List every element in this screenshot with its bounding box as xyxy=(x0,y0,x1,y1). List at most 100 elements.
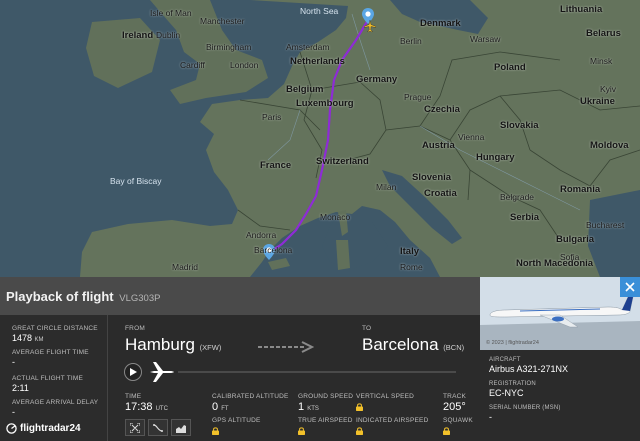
ground-speed-value: 1 KTS xyxy=(298,401,319,413)
map-label-sofia: Sofia xyxy=(560,252,580,262)
map-label-rome: Rome xyxy=(400,262,423,272)
time-unit: UTC xyxy=(155,406,168,412)
aircraft-photo[interactable]: © 2023 | flightradar24 xyxy=(480,277,640,350)
calibrated-altitude-label: CALIBRATED ALTITUDE xyxy=(212,393,289,400)
serial-number-label: SERIAL NUMBER (MSN) xyxy=(489,405,561,411)
destination-city: Barcelona (BCN) xyxy=(362,335,464,355)
map-label-warsaw: Warsaw xyxy=(470,34,501,44)
map-label-czechia: Czechia xyxy=(424,104,460,115)
close-icon xyxy=(625,282,635,292)
map-label-italy: Italy xyxy=(400,246,420,257)
expand-icon xyxy=(130,422,140,433)
map-label-london: London xyxy=(230,60,259,70)
calibrated-altitude-value: 0 FT xyxy=(212,401,229,413)
map-label-ukraine: Ukraine xyxy=(580,96,615,107)
map-label-monaco: Monaco xyxy=(320,212,351,222)
map-label-denmark: Denmark xyxy=(420,18,461,29)
great-circle-number: 1478 xyxy=(12,333,33,343)
route-view-button[interactable] xyxy=(148,419,168,436)
avg-arrival-delay-value: - xyxy=(12,407,15,417)
serial-number-value: - xyxy=(489,412,492,422)
map-label-belgium: Belgium xyxy=(286,84,324,95)
from-label: FROM xyxy=(125,325,145,332)
map-label-bay-of-biscay: Bay of Biscay xyxy=(110,176,162,186)
playback-plane-icon[interactable] xyxy=(150,361,174,383)
aircraft-info: © 2023 | flightradar24 AIRCRAFT Airbus A… xyxy=(480,277,640,441)
great-circle-value: 1478 KM xyxy=(12,333,44,343)
squawk-label: SQUAWK xyxy=(443,417,473,424)
panel-header: Playback of flight VLG303P xyxy=(0,277,480,315)
ground-speed-number: 1 xyxy=(298,401,305,413)
flight-map[interactable]: Isle of Man Manchester Ireland Dublin Bi… xyxy=(0,0,640,277)
map-label-moldova: Moldova xyxy=(590,140,629,151)
map-label-bucharest: Bucharest xyxy=(586,220,625,230)
map-label-milan: Milan xyxy=(376,182,397,192)
graph-icon xyxy=(176,424,186,433)
true-airspeed-label: TRUE AIRSPEED xyxy=(298,417,353,424)
map-label-slovenia: Slovenia xyxy=(412,172,452,183)
map-label-poland: Poland xyxy=(494,62,526,73)
map-label-romania: Romania xyxy=(560,184,601,195)
map-label-cardiff: Cardiff xyxy=(180,60,205,70)
map-label-andorra: Andorra xyxy=(246,230,277,240)
map-label-belgrade: Belgrade xyxy=(500,192,535,202)
map-label-austria: Austria xyxy=(422,140,455,151)
avg-flight-time-label: AVERAGE FLIGHT TIME xyxy=(12,349,89,356)
great-circle-label: GREAT CIRCLE DISTANCE xyxy=(12,325,98,332)
map-label-birmingham: Birmingham xyxy=(206,42,252,52)
squawk-lock-icon[interactable] xyxy=(443,427,450,435)
map-label-bulgaria: Bulgaria xyxy=(556,234,595,245)
map-label-croatia: Croatia xyxy=(424,188,457,199)
map-label-prague: Prague xyxy=(404,92,432,102)
time-label: TIME xyxy=(125,393,142,400)
calibrated-altitude-number: 0 xyxy=(212,401,219,413)
flight-playback-panel: Playback of flight VLG303P GREAT CIRCLE … xyxy=(0,277,640,441)
time-value: 17:38 UTC xyxy=(125,401,168,413)
route-icon xyxy=(153,423,163,432)
map-label-belarus: Belarus xyxy=(586,28,621,39)
photo-credit: © 2023 | flightradar24 xyxy=(486,340,539,346)
map-label-hungary: Hungary xyxy=(476,152,515,163)
radar-logo-icon xyxy=(6,423,17,434)
map-label-paris: Paris xyxy=(262,112,282,122)
avg-arrival-delay-label: AVERAGE ARRIVAL DELAY xyxy=(12,399,99,406)
gps-altitude-lock-icon[interactable] xyxy=(212,427,219,435)
avg-flight-time-value: - xyxy=(12,357,15,367)
track-value: 205° xyxy=(443,401,466,413)
destination-city-name: Barcelona xyxy=(362,335,439,354)
aircraft-marker-icon[interactable] xyxy=(364,20,376,32)
map-label-ireland: Ireland xyxy=(122,30,154,41)
route-and-telemetry: FROM Hamburg (XFW) TO Barcelona (BCN) TI… xyxy=(108,315,480,441)
map-label-barcelona: Barcelona xyxy=(254,245,293,255)
map-label-manchester: Manchester xyxy=(200,16,245,26)
close-button[interactable] xyxy=(620,277,640,297)
map-label-netherlands: Netherlands xyxy=(290,56,345,67)
true-airspeed-lock-icon[interactable] xyxy=(298,427,305,435)
actual-flight-time-label: ACTUAL FLIGHT TIME xyxy=(12,375,84,382)
map-label-minsk: Minsk xyxy=(590,56,613,66)
great-circle-unit: KM xyxy=(34,337,44,343)
actual-flight-time-value: 2:11 xyxy=(12,383,29,393)
aircraft-value: Airbus A321-271NX xyxy=(489,364,569,374)
flight-number: VLG303P xyxy=(119,293,161,304)
registration-label: REGISTRATION xyxy=(489,381,536,387)
indicated-airspeed-label: INDICATED AIRSPEED xyxy=(356,417,429,424)
flightradar24-logo[interactable]: flightradar24 xyxy=(6,423,81,434)
logo-text: flightradar24 xyxy=(20,423,81,434)
ground-speed-label: GROUND SPEED xyxy=(298,393,354,400)
time-number: 17:38 xyxy=(125,401,153,413)
origin-iata: (XFW) xyxy=(199,343,222,352)
destination-iata: (BCN) xyxy=(443,343,465,352)
altitude-graph-button[interactable] xyxy=(171,419,191,436)
calibrated-altitude-unit: FT xyxy=(221,406,229,412)
play-button[interactable] xyxy=(124,363,142,381)
map-label-luxembourg: Luxembourg xyxy=(296,98,354,109)
indicated-airspeed-lock-icon[interactable] xyxy=(356,427,363,435)
playback-timeline[interactable] xyxy=(178,371,456,373)
vertical-speed-lock-icon[interactable] xyxy=(356,403,363,411)
view-mode-button[interactable] xyxy=(125,419,145,436)
flight-stats: GREAT CIRCLE DISTANCE 1478 KM AVERAGE FL… xyxy=(0,315,108,441)
map-label-madrid: Madrid xyxy=(172,262,198,272)
map-label-dublin: Dublin xyxy=(156,30,181,40)
map-label-switzerland: Switzerland xyxy=(316,156,369,167)
